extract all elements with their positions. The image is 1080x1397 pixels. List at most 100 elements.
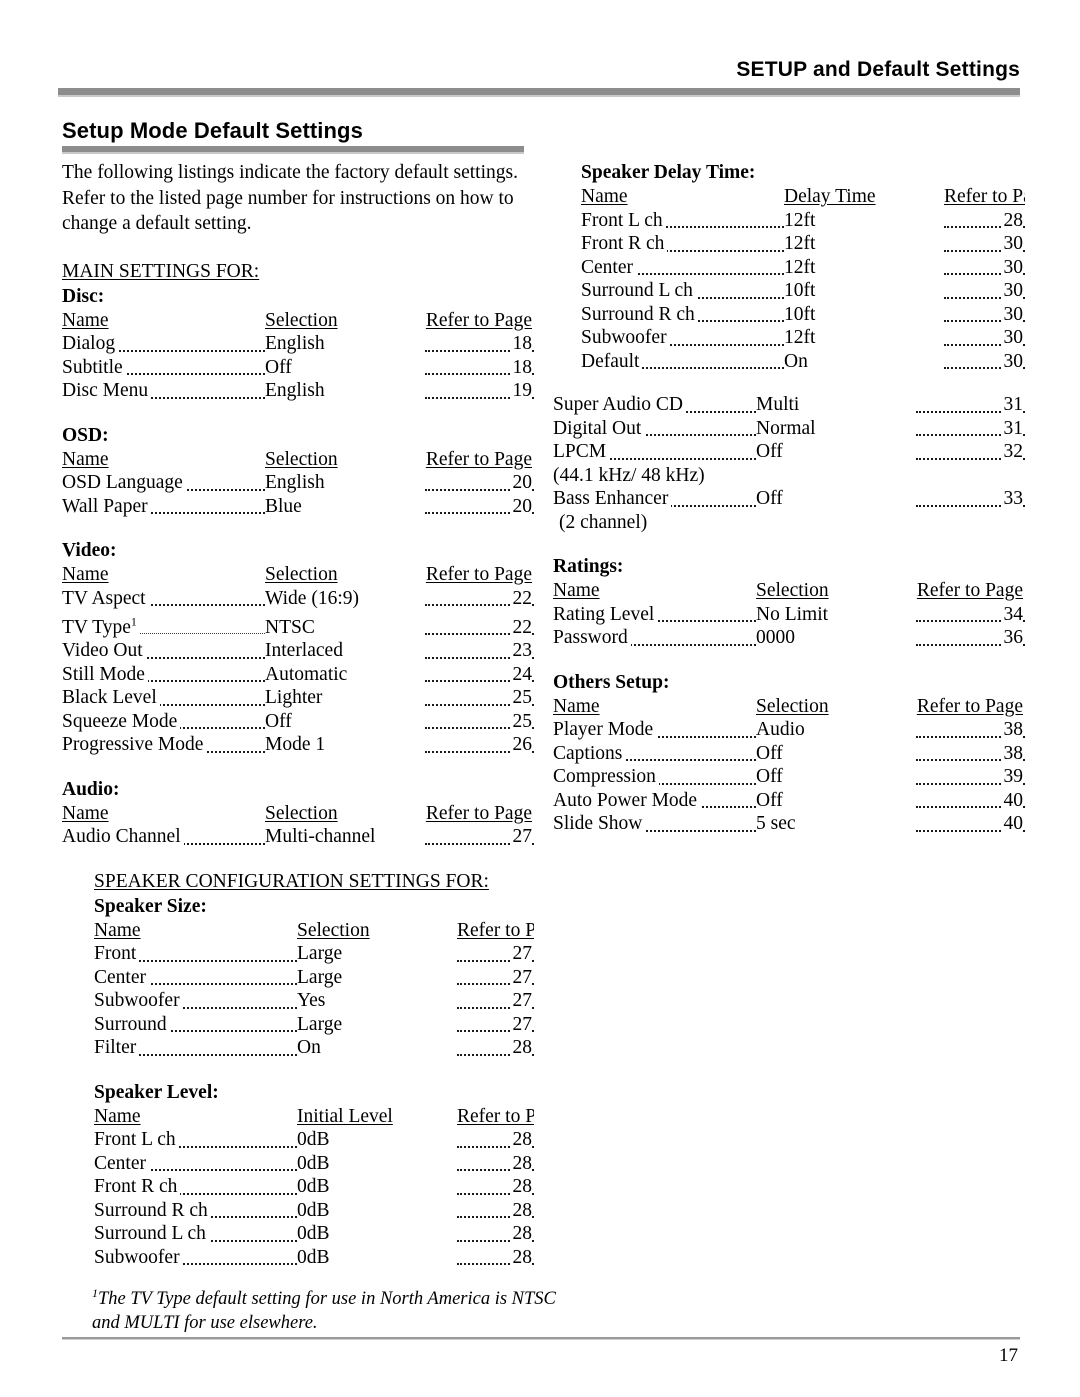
section-speaker-delay: Speaker Delay Time: Name Delay Time Refe… [553,160,1025,373]
table-row: Center Large 27 [94,965,534,990]
cell-name: Slide Show [553,812,756,836]
cell-page: 28 [457,1222,534,1246]
cell-page: 30 [944,302,1025,326]
document-page: SETUP and Default Settings Setup Mode De… [0,0,1080,1397]
section-audio: Audio: Name Selection Refer to Page Audi… [62,777,534,849]
cell-name: Surround L ch [94,1222,297,1246]
cell-name: Center [94,966,297,990]
cell-selection: Mode 1 [265,734,326,755]
cell-name: Rating Level [553,603,756,627]
col-header-selection: Selection [756,695,829,717]
col-header-name: Name [581,186,628,207]
cell-page: 28 [457,1151,534,1175]
cell-name: Digital Out [553,417,756,441]
cell-name: Disc Menu [62,379,265,403]
table-row: Digital Out Normal 31 [553,416,1025,441]
cell-selection: Off [756,488,783,509]
cell-selection: 0000 [756,627,795,648]
section-disc-title: Disc: [62,285,105,307]
cell-page: 19 [425,379,534,403]
col-header-name: Name [62,802,109,824]
table-row: Bass Enhancer Off 33 [553,487,1025,511]
table-row: Disc Menu English 19 [62,379,534,403]
col-header-name: Name [553,695,600,717]
section-video-title: Video: [62,540,117,561]
table-row: TV Aspect Wide (16:9) 22 [62,586,534,610]
col-header-selection: Selection [265,448,338,470]
section-others-setup: Others Setup: Name Selection Refer to Pa… [553,670,1025,836]
cell-selection: Large [297,1013,343,1035]
cell-page: 30 [944,255,1025,279]
col-header-selection: Selection [265,802,338,824]
table-header-row: Name Selection Refer to Page [62,309,534,333]
cell-selection: Interlaced [265,640,343,661]
section-speaker-size-title: Speaker Size: [94,895,207,917]
cell-name: Subtitle [62,356,265,380]
cell-name: Surround R ch [94,1199,297,1223]
table-row: Default On 30 [581,349,1025,373]
table-row: Front R ch 12ft 30 [581,232,1025,256]
footer-divider-rule [62,1337,1020,1340]
cell-page: 25 [425,686,534,710]
cell-selection: Large [297,943,343,964]
table-header-row: Name Selection Refer to Page [94,919,534,943]
cell-page: 27 [457,989,534,1013]
table-row: Filter On 28 [94,1036,534,1060]
section-audio-title: Audio: [62,778,120,800]
col-header-name: Name [94,919,141,941]
cell-page: 20 [425,471,534,495]
cell-selection: Wide (16:9) [265,587,359,609]
table-row: Surround R ch 10ft 30 [581,302,1025,326]
audio-extras-table: Super Audio CD Multi 31 Digital Out Norm… [553,393,1025,464]
cell-selection: Audio [756,719,805,740]
cell-page: 27 [457,965,534,989]
cell-selection: English [265,333,325,354]
col-header-page: Refer to Page [916,695,1023,717]
col-header-initial-level: Initial Level [297,1105,393,1127]
cell-name: Surround [94,1013,297,1037]
cell-page: 28 [457,1175,534,1199]
cell-selection: Off [756,789,783,811]
cell-page: 18 [425,355,534,379]
cell-page: 40 [916,788,1025,812]
section-ratings: Ratings: Name Selection Refer to Page Ra… [553,554,1025,650]
title-divider-rule [62,146,524,154]
col-header-name: Name [62,448,109,470]
cell-selection: Off [265,356,292,378]
table-header-row: Name Selection Refer to Page [62,448,534,472]
table-row: Subtitle Off 18 [62,355,534,380]
table-row: Video Out Interlaced 23 [62,639,534,663]
cell-selection: 0dB [297,1129,330,1150]
col-header-selection: Selection [756,580,829,601]
cell-page: 28 [457,1198,534,1222]
table-header-row: Name Delay Time Refer to Page [581,185,1025,209]
table-row: Password 0000 36 [553,626,1025,650]
cell-name: Front R ch [581,232,784,256]
cell-name: Audio Channel [62,825,265,849]
col-header-page: Refer to Page [916,580,1023,601]
cell-selection: 12ft [784,233,816,254]
right-column: Speaker Delay Time: Name Delay Time Refe… [553,160,1025,836]
col-header-name: Name [553,580,600,601]
cell-selection: Blue [265,495,302,517]
table-header-row: Name Selection Refer to Page [553,695,1025,719]
section-speaker-size: Speaker Size: Name Selection Refer to Pa… [94,894,534,1060]
table-header-row: Name Initial Level Refer to Page [94,1105,534,1129]
cell-page: 27 [457,942,534,966]
table-row: Subwoofer 0dB 28 [94,1245,534,1269]
table-row: Subwoofer 12ft 30 [581,326,1025,350]
cell-name: OSD Language [62,471,265,495]
table-row: TV Type1 NTSC 22 [62,610,534,639]
table-row: Player Mode Audio 38 [553,718,1025,742]
section-disc: Disc: Name Selection Refer to Page Dialo… [62,284,534,403]
cell-name: Surround L ch [581,279,784,303]
cell-name: Black Level [62,686,265,710]
cell-name: Dialog [62,332,265,356]
table-row: Still Mode Automatic 24 [62,662,534,686]
cell-selection: 0dB [297,1223,330,1244]
cell-selection: 10ft [784,280,816,301]
cell-selection: 12ft [784,256,816,278]
cell-name: Progressive Mode [62,733,265,757]
footnote-text: The TV Type default setting for use in N… [92,1289,556,1334]
table-row: Auto Power Mode Off 40 [553,788,1025,812]
